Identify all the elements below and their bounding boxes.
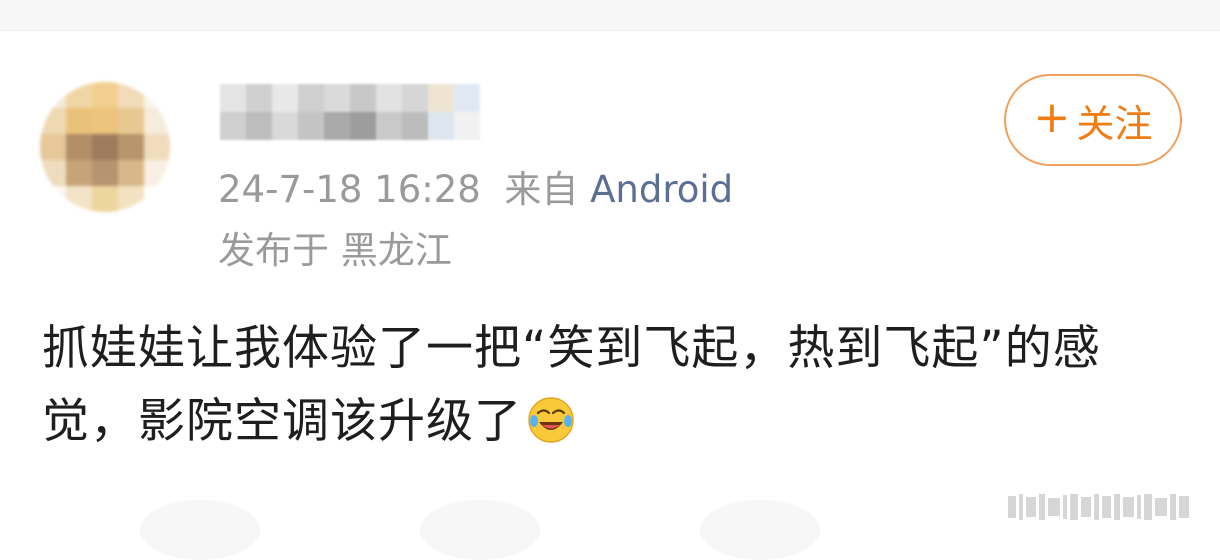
follow-label: 关注 [1076, 101, 1153, 146]
laugh-cry-emoji-icon [528, 397, 574, 443]
username-blurred[interactable] [220, 84, 480, 140]
plus-icon: + [1033, 92, 1071, 143]
avatar[interactable] [40, 82, 170, 212]
top-bar [0, 0, 1220, 31]
watermark-mark [1008, 491, 1208, 523]
source-prefix: 来自 [504, 168, 579, 211]
post-meta: 24-7-18 16:28 来自 Android [218, 168, 733, 212]
post-content: 抓娃娃让我体验了一把“笑到飞起，热到飞起”的感觉，影院空调该升级了 [42, 312, 1192, 458]
faint-shadow [700, 500, 820, 560]
source-link[interactable]: Android [590, 168, 733, 211]
post-location: 发布于 黑龙江 [218, 229, 452, 272]
follow-button[interactable]: + 关注 [1004, 74, 1182, 166]
post-timestamp: 24-7-18 16:28 [218, 168, 481, 211]
faint-shadow [420, 500, 540, 560]
faint-shadow [140, 500, 260, 560]
